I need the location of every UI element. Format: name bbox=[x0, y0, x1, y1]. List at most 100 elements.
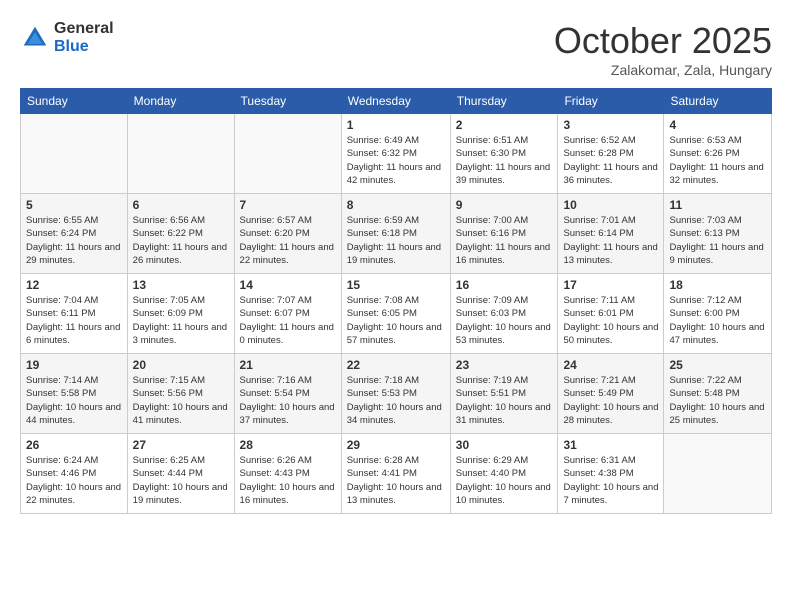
day-info: Sunrise: 7:12 AM Sunset: 6:00 PM Dayligh… bbox=[669, 294, 766, 347]
calendar-cell: 10 Sunrise: 7:01 AM Sunset: 6:14 PM Dayli… bbox=[558, 194, 664, 274]
day-number: 28 bbox=[240, 438, 336, 452]
day-info: Sunrise: 6:53 AM Sunset: 6:26 PM Dayligh… bbox=[669, 134, 766, 187]
logo-blue: Blue bbox=[54, 38, 114, 56]
calendar-cell: 29 Sunrise: 6:28 AM Sunset: 4:41 PM Dayli… bbox=[341, 434, 450, 514]
calendar-cell: 24 Sunrise: 7:21 AM Sunset: 5:49 PM Dayli… bbox=[558, 354, 664, 434]
calendar-cell: 8 Sunrise: 6:59 AM Sunset: 6:18 PM Daylig… bbox=[341, 194, 450, 274]
calendar-cell: 19 Sunrise: 7:14 AM Sunset: 5:58 PM Dayli… bbox=[21, 354, 128, 434]
day-number: 12 bbox=[26, 278, 122, 292]
day-info: Sunrise: 7:01 AM Sunset: 6:14 PM Dayligh… bbox=[563, 214, 658, 267]
week-row-5: 26Sunrise: 6:24 AM Sunset: 4:46 PM Dayli… bbox=[21, 434, 772, 514]
day-info: Sunrise: 6:24 AM Sunset: 4:46 PM Dayligh… bbox=[26, 454, 122, 507]
calendar-cell: 6 Sunrise: 6:56 AM Sunset: 6:22 PM Daylig… bbox=[127, 194, 234, 274]
day-number: 6 bbox=[133, 198, 229, 212]
day-info: Sunrise: 7:21 AM Sunset: 5:49 PM Dayligh… bbox=[563, 374, 658, 427]
day-header-sunday: Sunday bbox=[21, 89, 128, 114]
subtitle: Zalakomar, Zala, Hungary bbox=[554, 62, 772, 78]
day-info: Sunrise: 7:19 AM Sunset: 5:51 PM Dayligh… bbox=[456, 374, 553, 427]
calendar-cell bbox=[127, 114, 234, 194]
day-number: 31 bbox=[563, 438, 658, 452]
day-number: 7 bbox=[240, 198, 336, 212]
day-info: Sunrise: 6:49 AM Sunset: 6:32 PM Dayligh… bbox=[347, 134, 445, 187]
calendar-cell bbox=[234, 114, 341, 194]
calendar-cell: 17 Sunrise: 7:11 AM Sunset: 6:01 PM Dayli… bbox=[558, 274, 664, 354]
day-number: 24 bbox=[563, 358, 658, 372]
day-info: Sunrise: 6:56 AM Sunset: 6:22 PM Dayligh… bbox=[133, 214, 229, 267]
calendar-cell: 25Sunrise: 7:22 AM Sunset: 5:48 PM Dayli… bbox=[664, 354, 772, 434]
page-header: General Blue October 2025 Zalakomar, Zal… bbox=[20, 20, 772, 78]
calendar-cell: 14 Sunrise: 7:07 AM Sunset: 6:07 PM Dayli… bbox=[234, 274, 341, 354]
day-header-thursday: Thursday bbox=[450, 89, 558, 114]
day-number: 19 bbox=[26, 358, 122, 372]
day-number: 14 bbox=[240, 278, 336, 292]
calendar-cell: 12Sunrise: 7:04 AM Sunset: 6:11 PM Dayli… bbox=[21, 274, 128, 354]
day-number: 8 bbox=[347, 198, 445, 212]
calendar-cell: 23 Sunrise: 7:19 AM Sunset: 5:51 PM Dayli… bbox=[450, 354, 558, 434]
day-number: 16 bbox=[456, 278, 553, 292]
day-header-wednesday: Wednesday bbox=[341, 89, 450, 114]
calendar-cell: 9Sunrise: 7:00 AM Sunset: 6:16 PM Daylig… bbox=[450, 194, 558, 274]
calendar-cell: 18Sunrise: 7:12 AM Sunset: 6:00 PM Dayli… bbox=[664, 274, 772, 354]
day-number: 10 bbox=[563, 198, 658, 212]
day-info: Sunrise: 7:11 AM Sunset: 6:01 PM Dayligh… bbox=[563, 294, 658, 347]
day-info: Sunrise: 6:59 AM Sunset: 6:18 PM Dayligh… bbox=[347, 214, 445, 267]
day-header-friday: Friday bbox=[558, 89, 664, 114]
day-info: Sunrise: 6:52 AM Sunset: 6:28 PM Dayligh… bbox=[563, 134, 658, 187]
week-row-3: 12Sunrise: 7:04 AM Sunset: 6:11 PM Dayli… bbox=[21, 274, 772, 354]
calendar-cell: 16 Sunrise: 7:09 AM Sunset: 6:03 PM Dayli… bbox=[450, 274, 558, 354]
month-title: October 2025 bbox=[554, 20, 772, 62]
day-number: 20 bbox=[133, 358, 229, 372]
day-info: Sunrise: 6:51 AM Sunset: 6:30 PM Dayligh… bbox=[456, 134, 553, 187]
week-row-1: 1 Sunrise: 6:49 AM Sunset: 6:32 PM Daylig… bbox=[21, 114, 772, 194]
day-number: 17 bbox=[563, 278, 658, 292]
calendar-cell: 30 Sunrise: 6:29 AM Sunset: 4:40 PM Dayli… bbox=[450, 434, 558, 514]
day-number: 13 bbox=[133, 278, 229, 292]
day-number: 2 bbox=[456, 118, 553, 132]
day-number: 23 bbox=[456, 358, 553, 372]
calendar-cell: 3 Sunrise: 6:52 AM Sunset: 6:28 PM Daylig… bbox=[558, 114, 664, 194]
day-info: Sunrise: 6:29 AM Sunset: 4:40 PM Dayligh… bbox=[456, 454, 553, 507]
day-number: 30 bbox=[456, 438, 553, 452]
day-info: Sunrise: 6:31 AM Sunset: 4:38 PM Dayligh… bbox=[563, 454, 658, 507]
day-info: Sunrise: 7:00 AM Sunset: 6:16 PM Dayligh… bbox=[456, 214, 553, 267]
day-number: 21 bbox=[240, 358, 336, 372]
logo: General Blue bbox=[20, 20, 114, 55]
calendar-cell: 1 Sunrise: 6:49 AM Sunset: 6:32 PM Daylig… bbox=[341, 114, 450, 194]
logo-icon bbox=[20, 23, 50, 53]
calendar-cell: 26Sunrise: 6:24 AM Sunset: 4:46 PM Dayli… bbox=[21, 434, 128, 514]
day-info: Sunrise: 6:26 AM Sunset: 4:43 PM Dayligh… bbox=[240, 454, 336, 507]
day-info: Sunrise: 7:15 AM Sunset: 5:56 PM Dayligh… bbox=[133, 374, 229, 427]
calendar-cell: 4Sunrise: 6:53 AM Sunset: 6:26 PM Daylig… bbox=[664, 114, 772, 194]
calendar-cell: 5 Sunrise: 6:55 AM Sunset: 6:24 PM Daylig… bbox=[21, 194, 128, 274]
day-info: Sunrise: 7:09 AM Sunset: 6:03 PM Dayligh… bbox=[456, 294, 553, 347]
calendar-cell: 28 Sunrise: 6:26 AM Sunset: 4:43 PM Dayli… bbox=[234, 434, 341, 514]
day-info: Sunrise: 7:08 AM Sunset: 6:05 PM Dayligh… bbox=[347, 294, 445, 347]
day-number: 5 bbox=[26, 198, 122, 212]
day-info: Sunrise: 7:14 AM Sunset: 5:58 PM Dayligh… bbox=[26, 374, 122, 427]
day-info: Sunrise: 7:07 AM Sunset: 6:07 PM Dayligh… bbox=[240, 294, 336, 347]
day-info: Sunrise: 6:55 AM Sunset: 6:24 PM Dayligh… bbox=[26, 214, 122, 267]
calendar-cell: 27 Sunrise: 6:25 AM Sunset: 4:44 PM Dayli… bbox=[127, 434, 234, 514]
day-number: 29 bbox=[347, 438, 445, 452]
calendar-body: 1 Sunrise: 6:49 AM Sunset: 6:32 PM Daylig… bbox=[21, 114, 772, 514]
calendar-cell bbox=[21, 114, 128, 194]
day-info: Sunrise: 7:18 AM Sunset: 5:53 PM Dayligh… bbox=[347, 374, 445, 427]
calendar-cell: 20 Sunrise: 7:15 AM Sunset: 5:56 PM Dayli… bbox=[127, 354, 234, 434]
calendar-table: SundayMondayTuesdayWednesdayThursdayFrid… bbox=[20, 88, 772, 514]
week-row-4: 19 Sunrise: 7:14 AM Sunset: 5:58 PM Dayli… bbox=[21, 354, 772, 434]
day-header-tuesday: Tuesday bbox=[234, 89, 341, 114]
calendar-cell: 21Sunrise: 7:16 AM Sunset: 5:54 PM Dayli… bbox=[234, 354, 341, 434]
day-number: 1 bbox=[347, 118, 445, 132]
week-row-2: 5 Sunrise: 6:55 AM Sunset: 6:24 PM Daylig… bbox=[21, 194, 772, 274]
day-info: Sunrise: 7:05 AM Sunset: 6:09 PM Dayligh… bbox=[133, 294, 229, 347]
logo-general: General bbox=[54, 20, 114, 38]
day-info: Sunrise: 6:25 AM Sunset: 4:44 PM Dayligh… bbox=[133, 454, 229, 507]
calendar-cell: 13 Sunrise: 7:05 AM Sunset: 6:09 PM Dayli… bbox=[127, 274, 234, 354]
day-number: 3 bbox=[563, 118, 658, 132]
day-header-monday: Monday bbox=[127, 89, 234, 114]
title-block: October 2025 Zalakomar, Zala, Hungary bbox=[554, 20, 772, 78]
calendar-cell: 7Sunrise: 6:57 AM Sunset: 6:20 PM Daylig… bbox=[234, 194, 341, 274]
day-number: 27 bbox=[133, 438, 229, 452]
day-info: Sunrise: 6:28 AM Sunset: 4:41 PM Dayligh… bbox=[347, 454, 445, 507]
day-info: Sunrise: 7:03 AM Sunset: 6:13 PM Dayligh… bbox=[669, 214, 766, 267]
